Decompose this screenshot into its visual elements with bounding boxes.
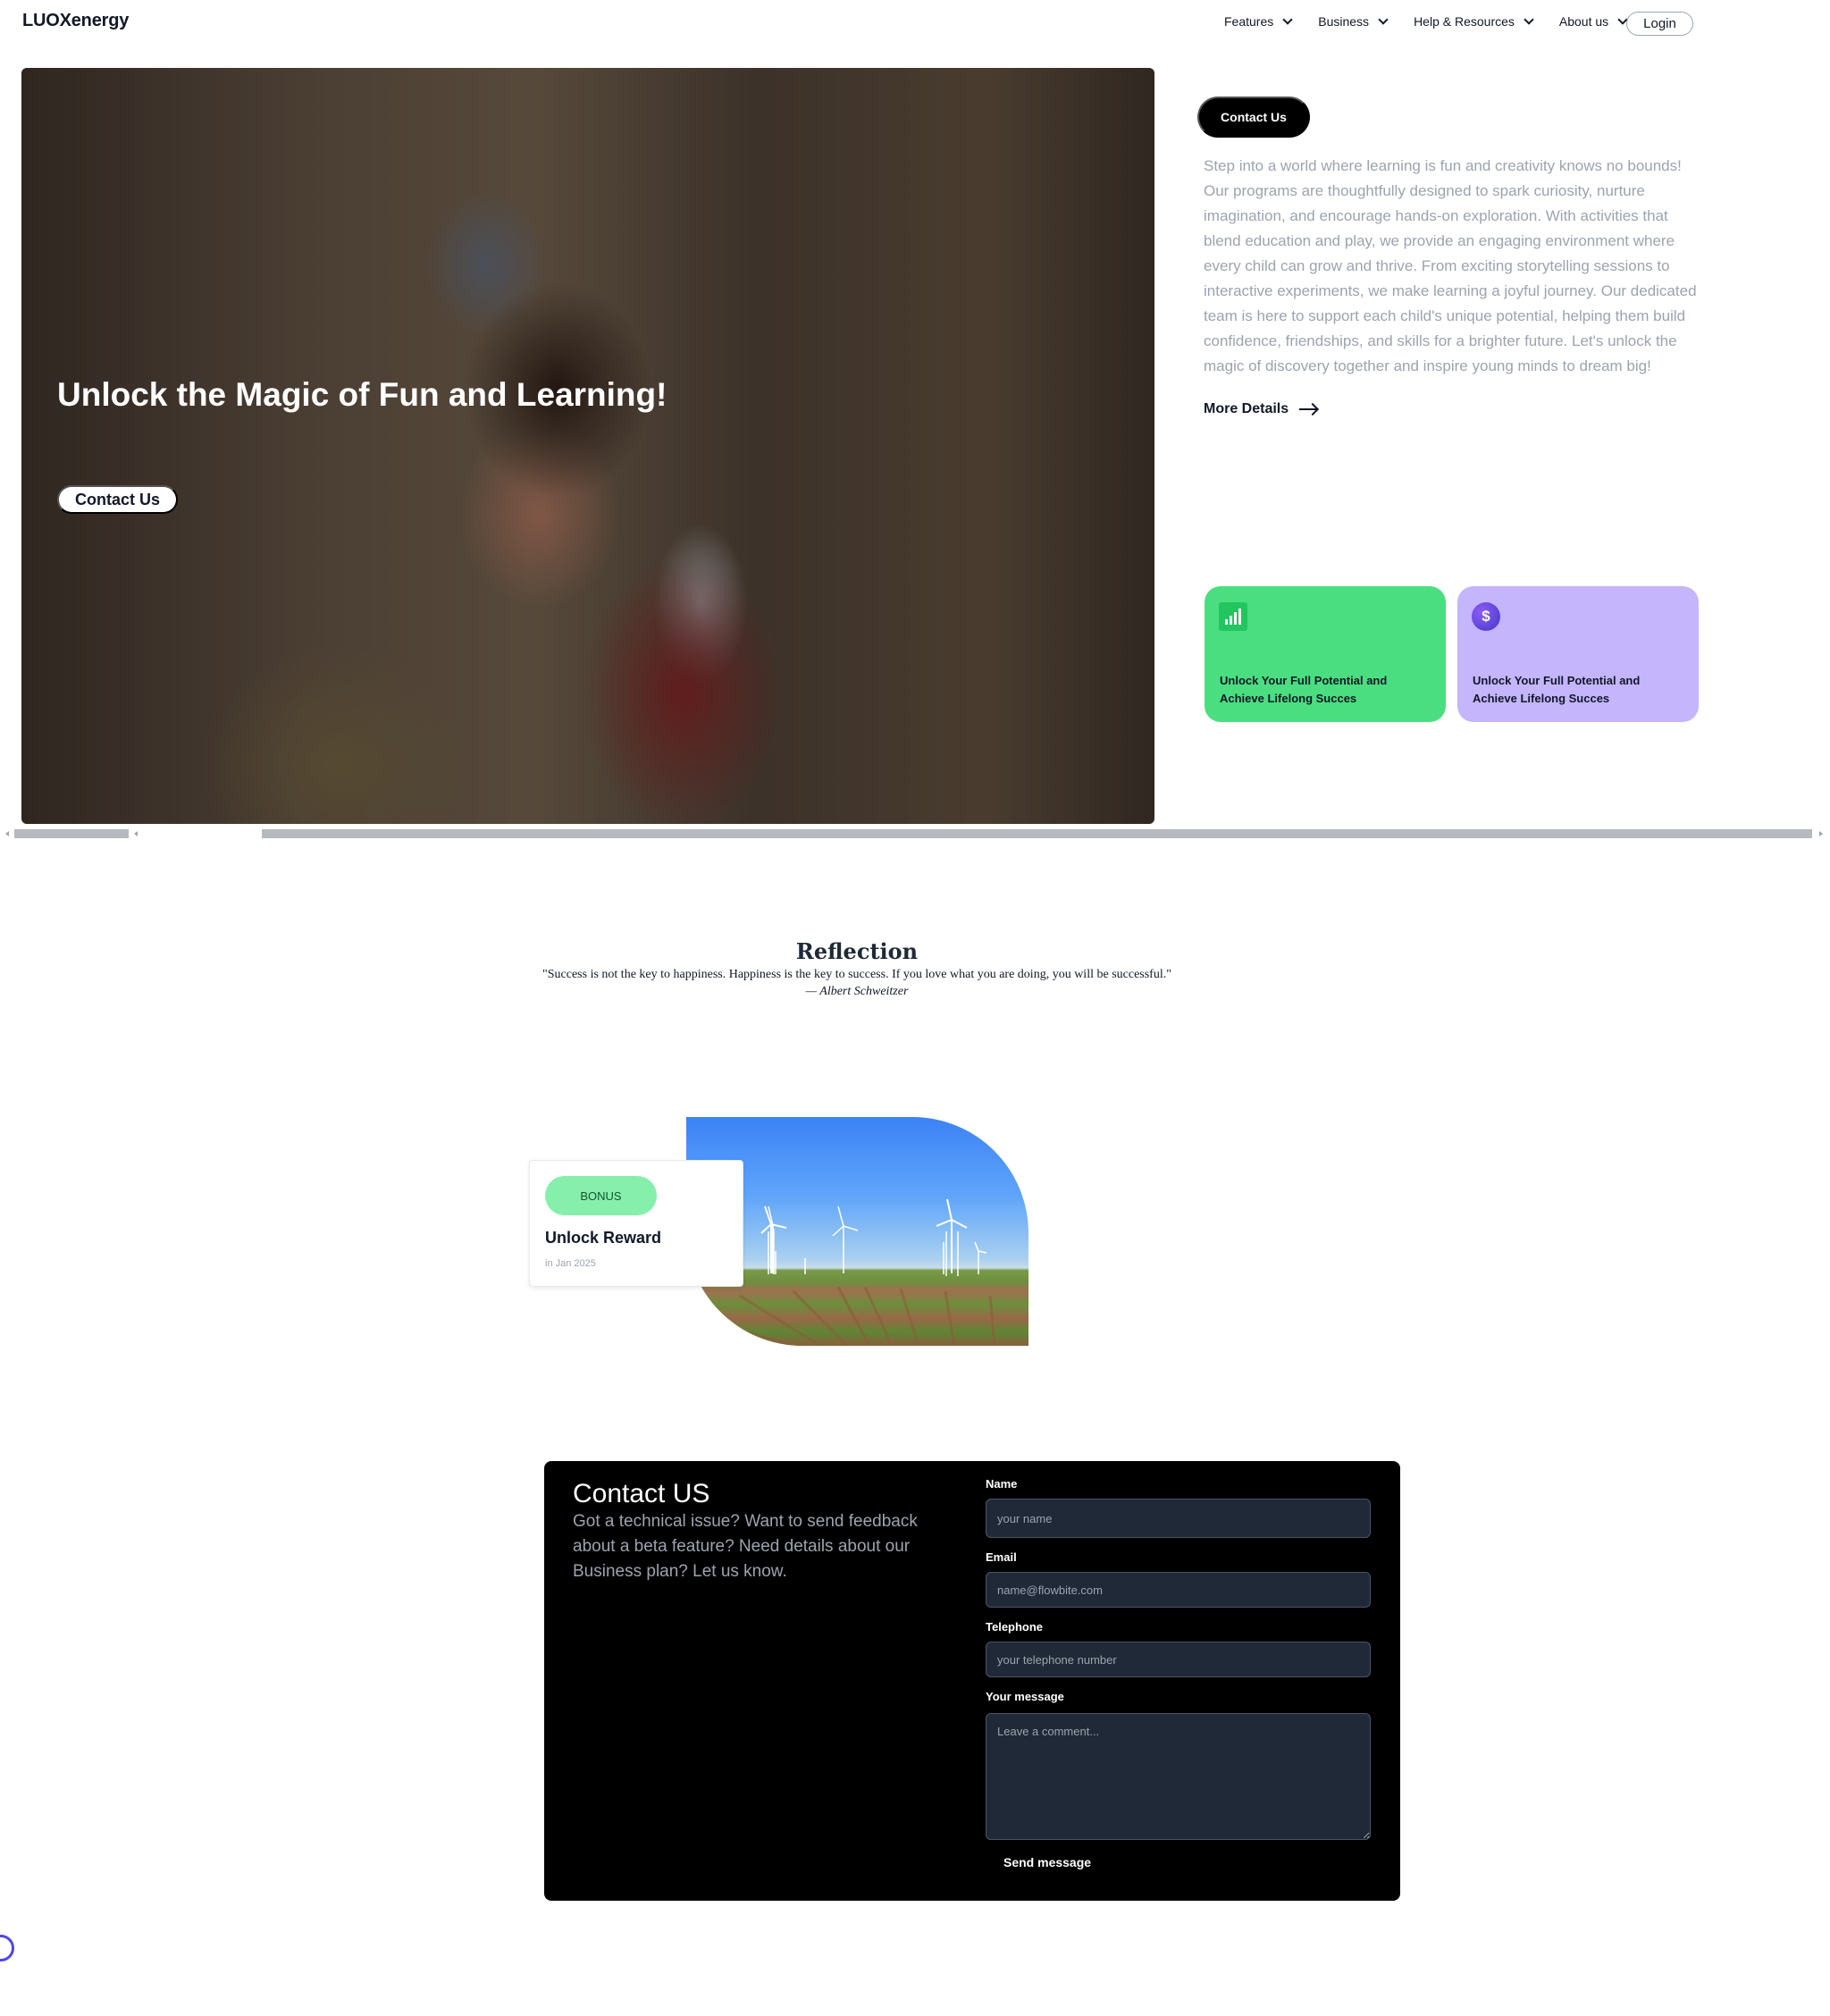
nav-item-label: Help & Resources — [1414, 14, 1515, 29]
reflection-quote: "Success is not the key to happiness. Ha… — [542, 968, 1171, 981]
telephone-field[interactable] — [986, 1642, 1371, 1677]
reflection-heading: Reflection — [795, 938, 919, 964]
arrow-right-icon — [1299, 408, 1318, 410]
site-logo[interactable]: LUOXenergy — [22, 11, 129, 31]
contact-us-button[interactable]: Contact Us — [1197, 97, 1310, 138]
floating-chat-widget-icon[interactable] — [0, 1935, 14, 1961]
scroll-left-arrow-icon[interactable] — [134, 831, 138, 836]
nav-item-label: Features — [1224, 14, 1274, 29]
name-field[interactable] — [986, 1499, 1371, 1538]
feature-card-text: Unlock Your Full Potential and Achieve L… — [1473, 674, 1641, 705]
nav-item-help-resources[interactable]: Help & Resources — [1414, 13, 1534, 29]
nav-item-features[interactable]: Features — [1224, 13, 1293, 29]
reward-date: in Jan 2025 — [545, 1258, 596, 1269]
chevron-down-icon — [1378, 13, 1389, 25]
more-details-label: More Details — [1204, 401, 1289, 416]
message-label: Your message — [986, 1690, 1064, 1703]
nav-item-business[interactable]: Business — [1318, 13, 1389, 29]
reward-title: Unlock Reward — [545, 1229, 662, 1247]
send-message-button[interactable]: Send message — [1003, 1855, 1091, 1869]
bar-chart-icon — [1219, 602, 1247, 631]
more-details-link[interactable]: More Details — [1204, 401, 1318, 417]
telephone-label: Telephone — [986, 1620, 1044, 1634]
nav-item-label: Business — [1318, 14, 1370, 29]
message-textarea[interactable] — [986, 1713, 1371, 1840]
feature-card-text: Unlock Your Full Potential and Achieve L… — [1220, 674, 1388, 705]
scroll-left-arrow-icon[interactable] — [5, 831, 9, 836]
feature-card-growth[interactable]: Unlock Your Full Potential and Achieve L… — [1205, 586, 1446, 722]
hero-overlay — [21, 68, 1154, 824]
email-field[interactable] — [986, 1572, 1371, 1608]
contact-description: Got a technical issue? Want to send feed… — [573, 1512, 918, 1581]
scrollbar-thumb[interactable] — [14, 829, 129, 838]
email-label: Email — [986, 1550, 1017, 1564]
bonus-badge: BONUS — [545, 1176, 657, 1215]
nav-menu: Features Business Help & Resources About… — [1224, 13, 1628, 29]
hero-banner: Unlock the Magic of Fun and Learning! Co… — [21, 68, 1154, 824]
horizontal-scrollbar[interactable] — [0, 827, 1830, 841]
top-navbar: LUOXenergy Features Business Help & Reso… — [0, 0, 1830, 46]
reflection-author: — Albert Schweitzer — [805, 985, 909, 998]
chevron-down-icon — [1282, 13, 1293, 25]
nav-item-about-us[interactable]: About us — [1558, 13, 1628, 29]
name-label: Name — [986, 1477, 1018, 1491]
chevron-down-icon — [1524, 13, 1534, 25]
reward-card[interactable]: BONUS Unlock Reward in Jan 2025 — [529, 1160, 743, 1287]
dollar-icon: $ — [1472, 602, 1500, 631]
hero-contact-button[interactable]: Contact Us — [57, 485, 179, 514]
scrollbar-thumb[interactable] — [262, 829, 1812, 838]
nav-item-label: About us — [1558, 14, 1609, 29]
login-button[interactable]: Login — [1626, 12, 1693, 36]
contact-title: Contact US — [573, 1479, 710, 1508]
scroll-right-arrow-icon[interactable] — [1819, 831, 1823, 836]
feature-card-finance[interactable]: $ Unlock Your Full Potential and Achieve… — [1457, 586, 1699, 722]
hero-title: Unlock the Magic of Fun and Learning! — [57, 376, 667, 413]
contact-section: Contact US Got a technical issue? Want t… — [544, 1461, 1400, 1901]
intro-paragraph: Step into a world where learning is fun … — [1204, 157, 1697, 374]
